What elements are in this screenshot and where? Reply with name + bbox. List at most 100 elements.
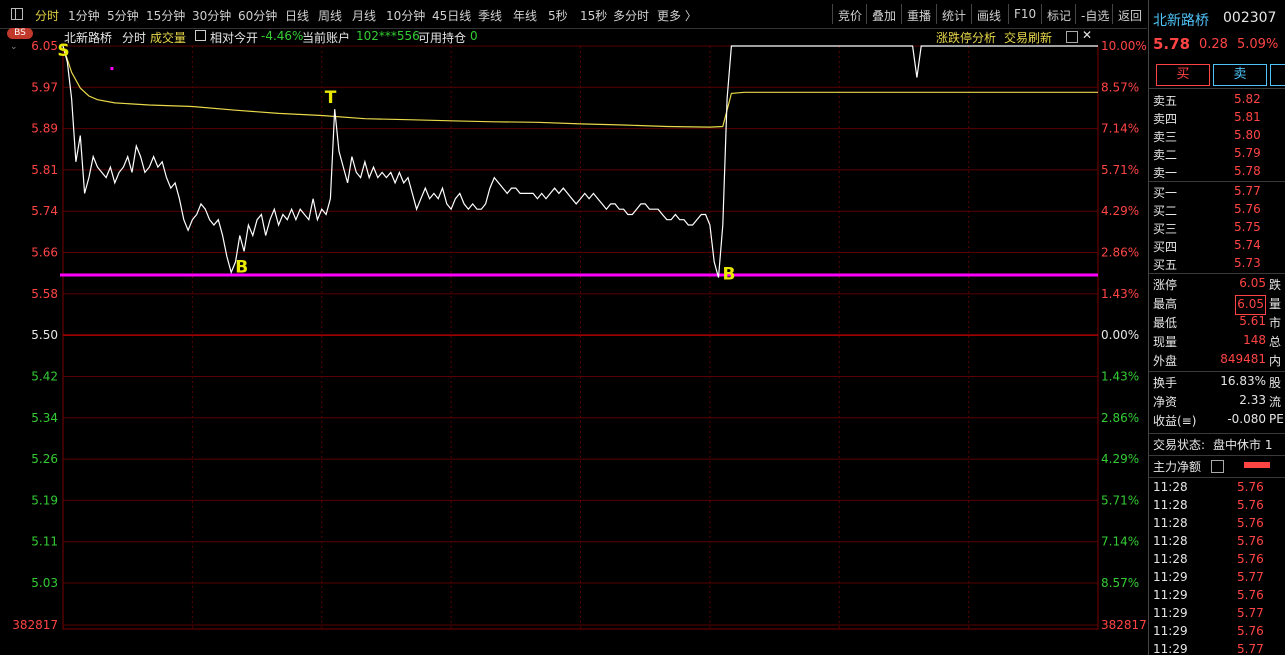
tab-4[interactable]: 30分钟 (192, 7, 231, 24)
tick-time: 11:29 (1153, 588, 1188, 602)
toolbar-button-8[interactable]: 返回 (1118, 7, 1142, 24)
tab-7[interactable]: 周线 (318, 7, 342, 24)
panel-toggle-icon[interactable] (11, 8, 23, 20)
stat-extra-label: 流 (1269, 395, 1282, 409)
toolbar-separator (866, 4, 867, 24)
tick-price: 5.76 (1237, 480, 1264, 494)
bid-level-label: 买三 (1153, 222, 1178, 236)
tab-9[interactable]: 10分钟 (386, 7, 425, 24)
bid-level-price[interactable]: 5.75 (1234, 220, 1261, 238)
main-flow-icon[interactable] (1211, 460, 1224, 473)
tick-time: 11:28 (1153, 480, 1188, 494)
toolbar-separator (901, 4, 902, 24)
tab-16[interactable]: 更多 〉 (657, 7, 697, 24)
stat-value: 6.05 (1235, 295, 1266, 315)
tick-price: 5.76 (1237, 534, 1264, 548)
stat-extra-label: 总 (1269, 335, 1282, 349)
ask-level-label: 卖二 (1153, 148, 1178, 162)
tick-time: 11:29 (1153, 570, 1188, 584)
stat-label: 现量 (1153, 335, 1178, 349)
pct-tick-label: 2.86% (1101, 246, 1139, 260)
toolbar-button-2[interactable]: 重播 (907, 7, 931, 24)
pct-tick-label: 7.14% (1101, 122, 1139, 136)
toolbar-button-1[interactable]: 叠加 (872, 7, 896, 24)
price-tick-label: 5.34 (31, 411, 58, 425)
tab-6[interactable]: 日线 (285, 7, 309, 24)
tick-time: 11:28 (1153, 498, 1188, 512)
status-label: 交易状态: (1153, 438, 1206, 452)
toolbar-button-6[interactable]: 标记 (1047, 7, 1071, 24)
bid-level-price[interactable]: 5.74 (1234, 238, 1261, 256)
stat-value: 5.61 (1239, 314, 1266, 328)
tab-1[interactable]: 1分钟 (68, 7, 100, 24)
tab-10[interactable]: 45日线 (432, 7, 471, 24)
toolbar-separator (1008, 4, 1009, 24)
stat-label: 净资 (1153, 395, 1178, 409)
signal-marker-s: S (57, 41, 69, 61)
stat-label: 最低 (1153, 316, 1178, 330)
tab-13[interactable]: 5秒 (548, 7, 568, 24)
tick-price: 5.76 (1237, 588, 1264, 602)
quote-change-pct: 5.09% (1237, 37, 1279, 52)
toolbar-separator (936, 4, 937, 24)
ask-level-price[interactable]: 5.82 (1234, 92, 1261, 110)
toolbar-button-3[interactable]: 统计 (942, 7, 966, 24)
price-tick-label: 5.58 (31, 287, 58, 301)
toolbar-button-5[interactable]: F10 (1014, 7, 1036, 21)
stat-label: 外盘 (1153, 354, 1178, 368)
tab-8[interactable]: 月线 (352, 7, 376, 24)
volume-tick-right: 382817 (1101, 618, 1147, 632)
stat-value: 6.05 (1239, 276, 1266, 290)
tick-price: 5.76 (1237, 498, 1264, 512)
ask-level-price[interactable]: 5.79 (1234, 146, 1261, 164)
tab-5[interactable]: 60分钟 (238, 7, 277, 24)
tab-12[interactable]: 年线 (513, 7, 537, 24)
bid-level-label: 买四 (1153, 240, 1178, 254)
tab-14[interactable]: 15秒 (580, 7, 607, 24)
pct-tick-label: 4.29% (1101, 452, 1139, 466)
intraday-chart[interactable]: 6.05 10.00% 5.97 8.57% 5.89 7.14% 5.81 5.71% 5.7… (0, 28, 1148, 655)
extra-trade-button[interactable] (1270, 64, 1285, 86)
sell-button[interactable]: 卖 (1213, 64, 1267, 86)
pct-tick-label: 5.71% (1101, 493, 1139, 507)
tab-3[interactable]: 15分钟 (146, 7, 185, 24)
tick-time: 11:29 (1153, 642, 1188, 655)
tick-price: 5.76 (1237, 552, 1264, 566)
stat-value: 849481 (1220, 352, 1266, 366)
price-tick-label: 5.19 (31, 493, 58, 507)
bid-level-price[interactable]: 5.77 (1234, 184, 1261, 202)
toolbar-separator (1112, 4, 1113, 24)
tab-2[interactable]: 5分钟 (107, 7, 139, 24)
ask-level-price[interactable]: 5.80 (1234, 128, 1261, 146)
stats-divider (1149, 371, 1285, 372)
buy-button[interactable]: 买 (1156, 64, 1210, 86)
bid-level-price[interactable]: 5.73 (1234, 256, 1261, 274)
pct-tick-label: 4.29% (1101, 204, 1139, 218)
toolbar-separator (1075, 4, 1076, 24)
toolbar-button-0[interactable]: 竞价 (838, 7, 862, 24)
toolbar-separator (1041, 4, 1042, 24)
toolbar-button-7[interactable]: -自选 (1081, 7, 1109, 24)
stat-extra-label: 市 (1269, 316, 1282, 330)
pct-tick-label: 1.43% (1101, 369, 1139, 383)
bid-level-price[interactable]: 5.76 (1234, 202, 1261, 220)
pct-tick-label: 8.57% (1101, 80, 1139, 94)
ask-level-price[interactable]: 5.81 (1234, 110, 1261, 128)
stat-value: 16.83% (1220, 374, 1266, 388)
signal-marker-b: B (235, 257, 248, 277)
price-tick-label: 5.42 (31, 369, 58, 383)
main-flow-label: 主力净额 (1153, 460, 1202, 474)
stat-label: 涨停 (1153, 278, 1178, 292)
price-tick-label: 5.66 (31, 246, 58, 260)
tab-0[interactable]: 分时 (35, 7, 59, 24)
ask-level-price[interactable]: 5.78 (1234, 164, 1261, 182)
tab-11[interactable]: 季线 (478, 7, 502, 24)
toolbar-button-4[interactable]: 画线 (977, 7, 1001, 24)
price-tick-label: 5.97 (31, 80, 58, 94)
tick-price: 5.76 (1237, 624, 1264, 638)
ask-level-label: 卖四 (1153, 112, 1178, 126)
price-tick-label: 5.89 (31, 122, 58, 136)
volume-tick-left: 382817 (12, 618, 58, 632)
tab-15[interactable]: 多分时 (613, 7, 649, 24)
price-tick-label: 5.81 (31, 163, 58, 177)
